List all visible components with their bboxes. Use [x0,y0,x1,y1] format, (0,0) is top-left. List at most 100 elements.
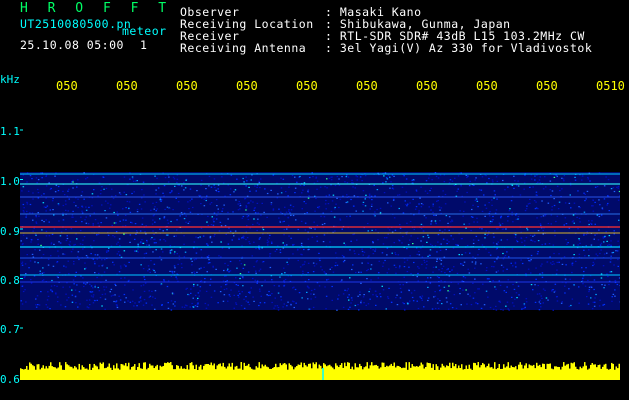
noise-speck [581,175,584,177]
noise-speck [347,296,349,298]
noise-speck [556,175,558,177]
noise-speck [253,241,255,243]
noise-speck [592,210,595,212]
power-bar [482,362,484,380]
power-bar [332,367,334,380]
noise-speck [66,237,69,240]
noise-speck [269,234,271,236]
noise-speck [595,293,597,296]
noise-speck [53,228,56,230]
noise-speck [379,293,381,295]
noise-speck [488,202,490,204]
noise-speck [62,190,64,192]
noise-speck [605,176,607,178]
noise-speck [610,258,612,261]
noise-speck [65,209,67,211]
noise-speck [34,249,36,251]
noise-speck [529,186,531,188]
noise-speck [369,288,371,290]
power-bar [285,364,287,380]
noise-speck [520,237,523,240]
power-bar [272,368,274,380]
noise-speck [116,306,119,309]
noise-speck [326,178,328,180]
noise-speck [551,206,553,208]
noise-speck [307,191,309,193]
power-bar [378,368,380,380]
noise-speck [152,219,154,221]
noise-speck [69,241,71,243]
noise-speck [547,299,549,301]
power-bar [525,363,527,380]
noise-speck [480,263,482,265]
noise-speck [505,305,507,307]
noise-speck [472,239,475,241]
noise-speck [131,192,133,195]
noise-speck [196,305,199,308]
noise-speck [427,297,430,299]
power-bar [371,362,373,380]
noise-speck [330,176,332,178]
power-bar [389,365,391,380]
power-bar [194,369,196,380]
noise-speck [520,259,522,261]
noise-speck [558,253,560,255]
noise-speck [459,293,461,295]
noise-speck [92,302,95,304]
power-bar [552,369,554,380]
noise-speck [602,236,604,238]
noise-speck [319,186,322,188]
noise-speck [547,222,550,225]
noise-speck [50,289,52,291]
noise-speck [256,222,259,224]
noise-speck [556,185,559,187]
noise-speck [133,305,135,307]
noise-speck [331,200,334,202]
noise-speck [162,192,164,194]
noise-speck [464,252,467,254]
noise-speck [223,204,225,206]
noise-speck [438,269,440,271]
noise-speck [510,200,513,202]
noise-speck [438,206,441,208]
noise-speck [390,205,392,207]
noise-speck [280,187,283,189]
noise-speck [142,284,145,286]
noise-speck [191,302,193,305]
noise-speck [302,270,304,272]
noise-speck [159,218,161,220]
noise-speck [418,254,421,256]
power-bar [146,369,148,380]
noise-speck [343,256,345,258]
noise-speck [146,244,148,246]
noise-speck [113,264,115,266]
noise-speck [557,208,560,210]
noise-speck [358,271,360,273]
noise-speck [205,197,207,199]
noise-speck [604,284,606,286]
power-bar [284,363,286,380]
power-bar [509,367,511,380]
noise-speck [293,301,295,303]
noise-speck [37,188,39,191]
power-bar [338,367,340,380]
noise-speck [199,290,201,292]
noise-speck [361,262,363,264]
noise-speck [416,276,418,278]
noise-speck [91,193,94,195]
noise-speck [104,210,106,212]
noise-speck [93,212,95,214]
noise-speck [591,220,593,222]
noise-speck [489,306,492,309]
noise-speck [342,293,345,295]
noise-speck [119,265,122,267]
noise-speck [116,211,118,213]
power-bar [104,368,106,380]
power-bar [432,364,434,380]
noise-speck [189,306,191,308]
noise-speck [103,188,105,190]
noise-speck [113,236,116,238]
noise-speck [27,190,30,192]
meteor-label: meteor [122,24,167,38]
noise-speck [365,194,367,196]
